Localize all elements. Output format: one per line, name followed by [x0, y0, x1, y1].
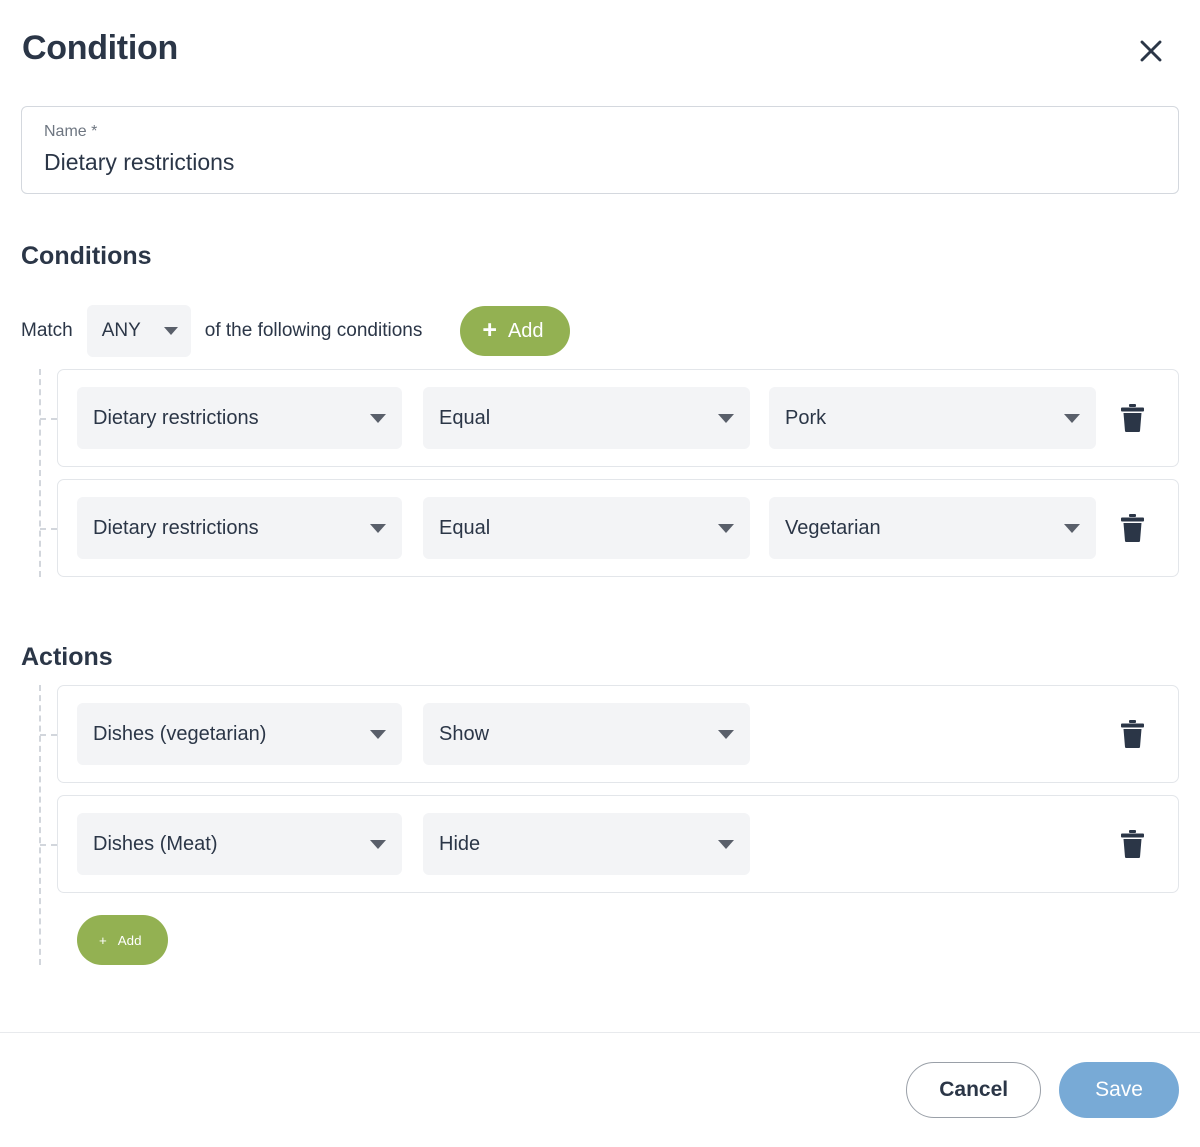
tree-branch	[40, 734, 57, 736]
chevron-down-icon	[718, 414, 734, 423]
tree-branch	[40, 418, 57, 420]
tree-connector-line	[39, 685, 41, 965]
name-label: Name *	[44, 121, 1156, 143]
action-target-select[interactable]: Dishes (vegetarian)	[77, 703, 402, 765]
condition-field-value: Dietary restrictions	[93, 407, 259, 430]
delete-action-button[interactable]	[1112, 714, 1152, 754]
action-operation-select[interactable]: Hide	[423, 813, 750, 875]
chevron-down-icon	[370, 840, 386, 849]
conditions-heading: Conditions	[21, 240, 1179, 272]
delete-condition-button[interactable]	[1112, 508, 1152, 548]
condition-value-select[interactable]: Pork	[769, 387, 1096, 449]
condition-value-value: Pork	[785, 407, 826, 430]
chevron-down-icon	[370, 730, 386, 739]
condition-field-select[interactable]: Dietary restrictions	[77, 387, 402, 449]
add-condition-button[interactable]: + Add	[460, 306, 569, 356]
action-row: Dishes (Meat) Hide	[57, 795, 1179, 893]
trash-icon	[1119, 829, 1146, 859]
action-target-value: Dishes (Meat)	[93, 833, 217, 856]
trash-icon	[1119, 403, 1146, 433]
cancel-button[interactable]: Cancel	[906, 1062, 1041, 1118]
tree-branch	[40, 844, 57, 846]
add-action-button[interactable]: + Add	[77, 915, 168, 965]
add-action-label: Add	[118, 933, 142, 948]
add-condition-label: Add	[508, 320, 544, 343]
action-target-value: Dishes (vegetarian)	[93, 723, 266, 746]
actions-section-header: Actions	[21, 589, 1179, 673]
delete-condition-button[interactable]	[1112, 398, 1152, 438]
condition-row: Dietary restrictions Equal Pork	[57, 369, 1179, 467]
action-row: Dishes (vegetarian) Show	[57, 685, 1179, 783]
action-operation-value: Show	[439, 723, 489, 746]
condition-value-select[interactable]: Vegetarian	[769, 497, 1096, 559]
match-type-select[interactable]: ANY	[87, 305, 191, 357]
tree-connector-line	[39, 369, 41, 577]
close-icon	[1138, 38, 1164, 64]
actions-heading: Actions	[21, 641, 1179, 673]
name-field[interactable]: Name *	[21, 106, 1179, 194]
name-input[interactable]	[44, 147, 1156, 177]
condition-operator-select[interactable]: Equal	[423, 387, 750, 449]
chevron-down-icon	[718, 730, 734, 739]
tree-branch	[40, 528, 57, 530]
page-title: Condition	[22, 26, 1176, 70]
condition-field-value: Dietary restrictions	[93, 517, 259, 540]
chevron-down-icon	[718, 840, 734, 849]
actions-list: Dishes (vegetarian) Show Di	[21, 685, 1179, 965]
match-prefix-label: Match	[21, 305, 73, 357]
match-suffix-label: of the following conditions	[205, 320, 423, 342]
trash-icon	[1119, 513, 1146, 543]
dialog-body: Name * Conditions Match ANY of the follo…	[0, 106, 1200, 965]
action-target-select[interactable]: Dishes (Meat)	[77, 813, 402, 875]
conditions-section-header: Conditions	[21, 194, 1179, 272]
delete-action-button[interactable]	[1112, 824, 1152, 864]
condition-field-select[interactable]: Dietary restrictions	[77, 497, 402, 559]
chevron-down-icon	[1064, 414, 1080, 423]
action-operation-select[interactable]: Show	[423, 703, 750, 765]
condition-operator-select[interactable]: Equal	[423, 497, 750, 559]
chevron-down-icon	[718, 524, 734, 533]
dialog-footer: Cancel Save	[0, 1032, 1200, 1147]
trash-icon	[1119, 719, 1146, 749]
condition-row: Dietary restrictions Equal Vegetarian	[57, 479, 1179, 577]
chevron-down-icon	[164, 327, 178, 335]
plus-icon: +	[482, 318, 497, 343]
chevron-down-icon	[370, 414, 386, 423]
close-button[interactable]	[1134, 34, 1168, 68]
chevron-down-icon	[370, 524, 386, 533]
match-type-value: ANY	[102, 320, 141, 342]
condition-operator-value: Equal	[439, 517, 490, 540]
action-operation-value: Hide	[439, 833, 480, 856]
plus-icon: +	[99, 933, 107, 948]
conditions-list: Dietary restrictions Equal Pork	[21, 369, 1179, 577]
save-button[interactable]: Save	[1059, 1062, 1179, 1118]
condition-operator-value: Equal	[439, 407, 490, 430]
dialog-header: Condition	[0, 0, 1200, 106]
match-row: Match ANY of the following conditions + …	[21, 305, 1179, 357]
condition-value-value: Vegetarian	[785, 517, 881, 540]
chevron-down-icon	[1064, 524, 1080, 533]
